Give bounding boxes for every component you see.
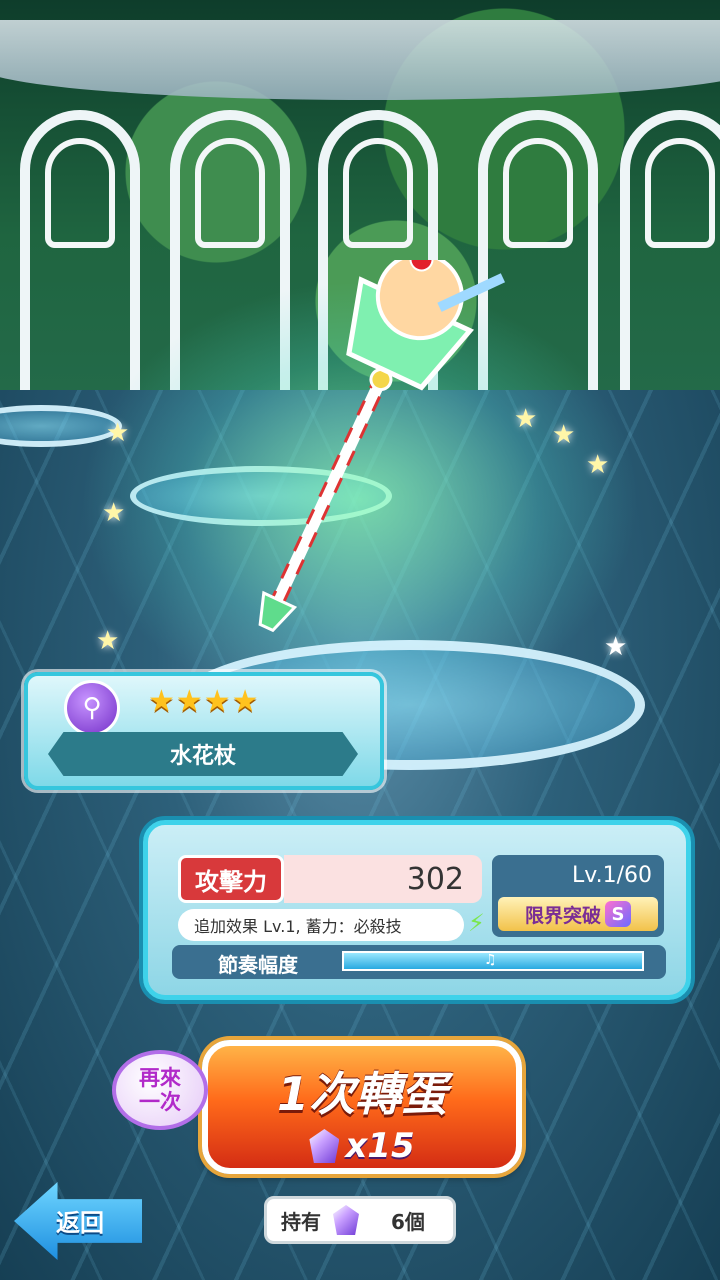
music-note-icon: ♫ — [484, 952, 497, 968]
gem-icon — [333, 1205, 359, 1235]
sparkle-icon: ★ — [514, 404, 538, 434]
attack-label: 攻擊力 — [178, 855, 284, 903]
lightning-icon: ⚡ — [468, 909, 485, 937]
weapon-stats-panel: 攻擊力 302 Lv.1/60 限界突破 S 追加效果 Lv.1, 蓄力：必殺技… — [143, 820, 691, 1000]
owned-label: 持有 — [281, 1209, 321, 1234]
rhythm-label: 節奏幅度 — [218, 953, 298, 977]
weapon-splash-wand-image — [258, 260, 506, 633]
gem-icon — [309, 1129, 340, 1163]
roll-again-badge: 再來 一次 — [112, 1050, 208, 1130]
roll-again-line2: 一次 — [139, 1090, 181, 1114]
owned-gems: 持有 6個 — [264, 1196, 456, 1244]
item-name: 水花杖 — [48, 732, 358, 776]
item-name-card: ⚲ ★★★★ 水花杖 — [24, 672, 384, 790]
roll-cost-amount: x15 — [345, 1126, 415, 1166]
sparkle-icon: ★ — [552, 420, 576, 450]
limit-break-rank: S — [605, 901, 631, 927]
gazebo-roof — [0, 20, 720, 100]
rarity-stars: ★★★★ — [148, 684, 260, 719]
limit-break-label: 限界突破 — [524, 904, 601, 927]
sparkle-icon: ★ — [604, 632, 628, 662]
back-label[interactable]: 返回 — [56, 1203, 104, 1238]
roll-again-line1: 再來 — [139, 1066, 181, 1090]
single-roll-button[interactable]: 1次轉蛋 x15 — [202, 1040, 522, 1174]
rhythm-range: 節奏幅度 ♫ — [172, 945, 666, 979]
magic-wand-icon: ⚲ — [64, 680, 120, 736]
sparkle-icon: ★ — [102, 498, 126, 528]
additional-effect: 追加效果 Lv.1, 蓄力：必殺技 — [178, 909, 464, 941]
attack-value: 302 — [284, 855, 482, 903]
rhythm-bar: ♫ — [342, 951, 644, 971]
sparkle-icon: ★ — [586, 450, 610, 480]
sparkle-icon: ★ — [106, 418, 130, 448]
level-box: Lv.1/60 限界突破 S — [492, 855, 664, 937]
owned-count: 6個 — [391, 1209, 425, 1234]
limit-break-badge: 限界突破 S — [498, 897, 658, 931]
sparkle-icon: ★ — [96, 626, 120, 656]
roll-cost: x15 — [208, 1126, 516, 1166]
roll-label: 1次轉蛋 — [276, 1067, 447, 1121]
level-text: Lv.1/60 — [572, 863, 652, 888]
